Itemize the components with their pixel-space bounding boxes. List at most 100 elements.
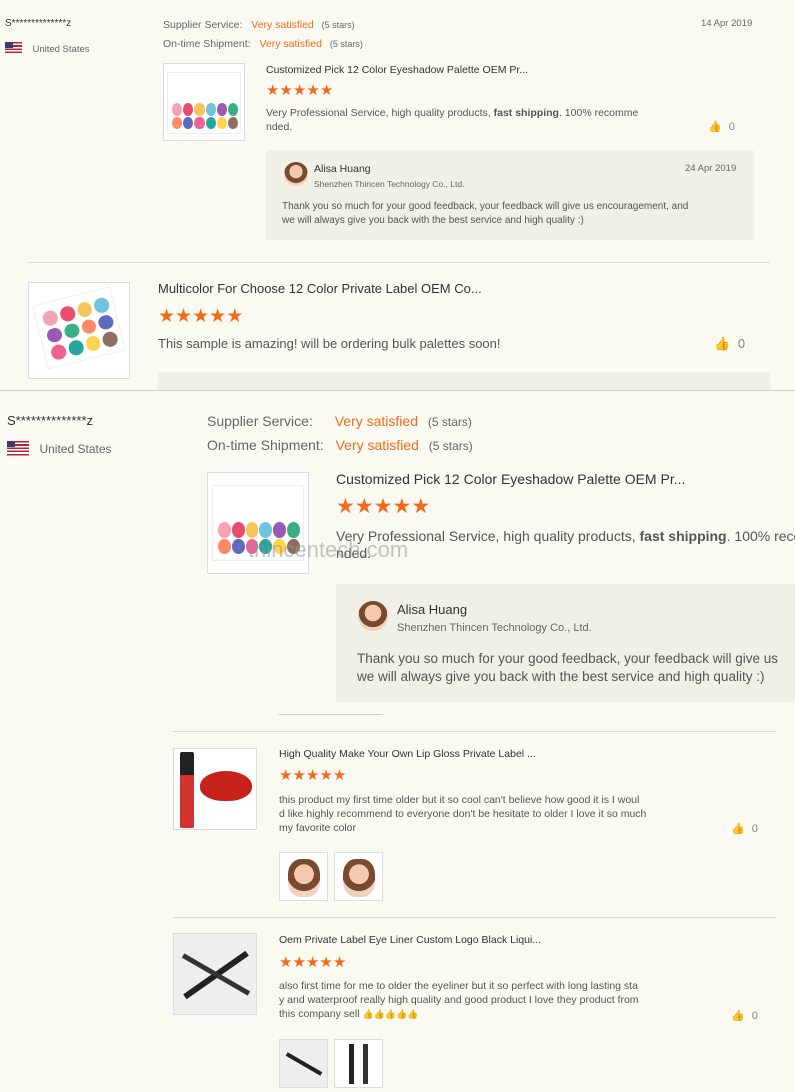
review-photo-2[interactable]	[334, 852, 383, 901]
seller-name: Alisa Huang	[397, 602, 468, 617]
seller-name: Alisa Huang	[314, 163, 371, 175]
star-icon: ★	[319, 954, 333, 971]
seller-company: Shenzhen Thincen Technology Co., Ltd.	[397, 622, 592, 634]
shipment-label: On-time Shipment:	[163, 38, 251, 50]
like-button[interactable]: 👍 0	[708, 120, 735, 133]
swatch	[227, 116, 238, 129]
product-thumbnail[interactable]	[173, 748, 257, 830]
shipment-label: On-time Shipment:	[207, 437, 324, 453]
review-text-line1: this product my first time older but it …	[279, 794, 640, 806]
photo-face	[343, 859, 375, 897]
review-panel-2: Multicolor For Choose 12 Color Private L…	[0, 256, 795, 390]
divider	[28, 262, 770, 263]
reply-text-line1: Thank you so much for your good feedback…	[282, 201, 689, 212]
swatch	[231, 538, 245, 554]
supplier-service-label: Supplier Service:	[207, 413, 313, 429]
product-thumbnail[interactable]	[163, 63, 245, 141]
review-panel-5: Oem Private Label Eye Liner Custom Logo …	[0, 910, 795, 1092]
swatch	[75, 300, 94, 319]
rating-stars: ★★★★★	[279, 954, 346, 972]
star-icon: ★	[392, 495, 412, 518]
product-title[interactable]: High Quality Make Your Own Lip Gloss Pri…	[279, 748, 536, 760]
shipment-value: Very satisfied	[335, 437, 419, 453]
swatch	[245, 522, 259, 538]
review-panel-4: High Quality Make Your Own Lip Gloss Pri…	[0, 715, 795, 910]
review-text-line1: also first time for me to older the eyel…	[279, 980, 638, 992]
divider	[173, 731, 776, 732]
like-button[interactable]: 👍 0	[731, 822, 758, 835]
thumbs-up-icon: 👍	[731, 1010, 745, 1022]
product-title[interactable]: Customized Pick 12 Color Eyeshadow Palet…	[336, 471, 685, 487]
swatch	[218, 538, 231, 554]
swatch	[66, 339, 85, 357]
supplier-service-value: Very satisfied	[334, 413, 418, 429]
swatch	[62, 321, 81, 340]
thumbs-up-icon: 👍	[708, 121, 722, 133]
like-count: 0	[751, 1010, 758, 1022]
supplier-service-row: Supplier Service: Very satisfied (5 star…	[163, 19, 355, 31]
star-icon: ★	[279, 82, 293, 99]
review-text-b: . 100% recomme	[558, 107, 639, 119]
star-icon: ★	[266, 82, 280, 99]
seller-reply: Alisa Huang Shenzhen Thincen Technology …	[336, 584, 795, 702]
product-title[interactable]: Multicolor For Choose 12 Color Private L…	[158, 281, 482, 296]
seller-avatar	[358, 601, 388, 631]
swatch	[97, 313, 115, 332]
reviewer-name: S**************z	[7, 413, 93, 428]
star-icon: ★	[226, 306, 244, 327]
shipment-row: On-time Shipment: Very satisfied (5 star…	[207, 437, 473, 453]
review-photo-2[interactable]	[334, 1039, 383, 1088]
like-button[interactable]: 👍 0	[731, 1009, 758, 1022]
star-icon: ★	[411, 495, 431, 518]
like-button[interactable]: 👍 0	[714, 336, 745, 352]
photo-face	[288, 859, 320, 897]
palette-swatches	[41, 296, 120, 362]
star-icon: ★	[292, 954, 306, 971]
swatch	[287, 522, 300, 538]
eyeliner-pen	[349, 1044, 354, 1084]
review-text-c: nded.	[266, 121, 293, 133]
review-text-line3: my favorite color	[279, 822, 357, 834]
review-text: Very Professional Service, high quality …	[266, 106, 666, 134]
seller-avatar	[284, 162, 308, 186]
swatch	[205, 116, 216, 129]
review-photo-1[interactable]	[279, 1039, 328, 1088]
thumbs-up-emoji: 👍👍👍👍👍	[362, 1009, 419, 1019]
rating-stars: ★★★★★	[158, 306, 243, 328]
us-flag-icon	[5, 42, 22, 54]
swatch	[49, 343, 68, 362]
lip-gloss-bottle	[180, 752, 194, 828]
review-date: 14 Apr 2019	[701, 18, 753, 29]
swatch	[259, 522, 273, 538]
product-thumbnail[interactable]	[173, 933, 257, 1015]
star-icon: ★	[305, 767, 320, 784]
shipment-value: Very satisfied	[259, 38, 322, 50]
swatch	[172, 116, 183, 129]
like-count: 0	[728, 121, 735, 133]
palette-swatches	[172, 103, 238, 129]
review-text-line2: d like highly recommend to everyone don'…	[279, 808, 647, 820]
reviewer-country: United States	[5, 39, 90, 57]
rating-stars: ★★★★★	[336, 495, 430, 519]
page: S**************z United States Supplier …	[0, 0, 795, 1092]
product-title[interactable]: Customized Pick 12 Color Eyeshadow Palet…	[266, 64, 528, 76]
review-text-a: Very Professional Service, high quality …	[266, 107, 494, 119]
like-count: 0	[751, 823, 758, 835]
review-text-line3-text: this company sell	[279, 1008, 360, 1020]
swatch	[218, 522, 231, 538]
thumbs-up-icon: 👍	[714, 336, 731, 351]
product-title[interactable]: Oem Private Label Eye Liner Custom Logo …	[279, 934, 541, 946]
country-label: United States	[32, 44, 90, 55]
rating-stars: ★★★★★	[266, 82, 333, 100]
reviewer-name: S**************z	[5, 18, 72, 29]
star-icon: ★	[319, 82, 334, 99]
product-thumbnail[interactable]	[28, 282, 130, 379]
like-count: 0	[737, 336, 746, 351]
shipment-stars: (5 stars)	[329, 39, 363, 49]
review-photo-1[interactable]	[279, 852, 328, 901]
review-panel-1: S**************z United States Supplier …	[0, 0, 795, 248]
star-icon: ★	[332, 767, 347, 784]
supplier-service-row: Supplier Service: Very satisfied (5 star…	[207, 413, 472, 429]
palette-image	[167, 72, 241, 134]
swatch	[194, 116, 205, 129]
